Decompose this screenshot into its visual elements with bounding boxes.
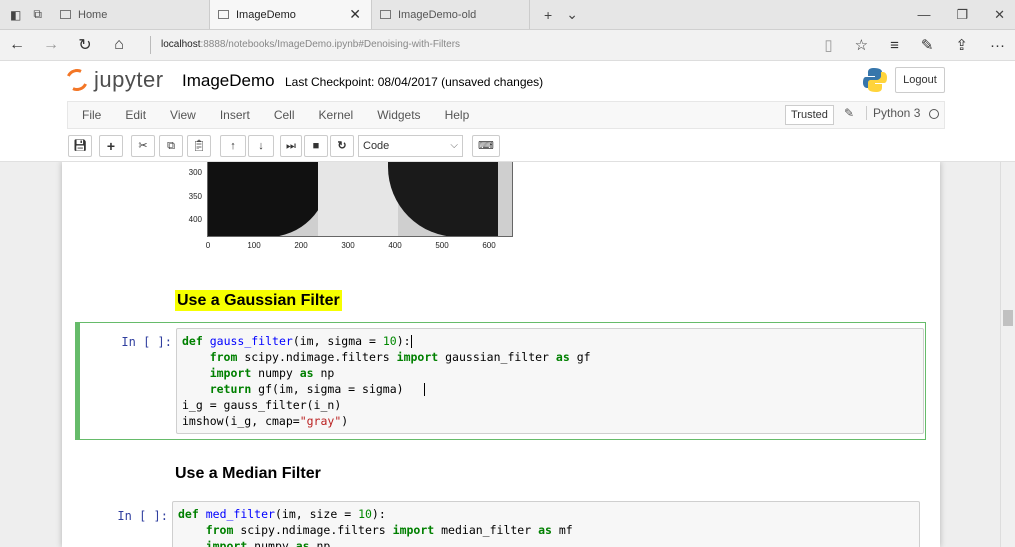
chevron-down-icon: ⌵	[450, 140, 458, 151]
forward-icon[interactable]: →	[34, 36, 68, 54]
chevron-down-icon[interactable]: ⌄	[566, 6, 578, 23]
back-icon[interactable]: ←	[0, 36, 34, 54]
insert-cell-icon[interactable]: +	[99, 135, 123, 157]
section-heading: Use a Median Filter	[175, 465, 321, 483]
notebook-area: 300 350 400 0 100 200 300 400 500 600 Us…	[0, 162, 1000, 547]
code-editor[interactable]: def med_filter(im, size = 10): from scip…	[172, 501, 920, 547]
tab-imagedemo[interactable]: ImageDemo ✕	[210, 0, 372, 29]
input-prompt: In [ ]:	[121, 335, 172, 349]
logout-button[interactable]: Logout	[895, 67, 945, 93]
edit-mode-pencil-icon: ✎	[844, 106, 855, 120]
url-host: localhost	[161, 39, 201, 50]
scrollbar-thumb[interactable]	[1003, 310, 1013, 326]
section-heading: Use a Gaussian Filter	[175, 290, 342, 311]
x-tick-label: 200	[294, 241, 308, 250]
tab-home[interactable]: Home	[52, 0, 210, 29]
move-up-icon[interactable]: ↑	[220, 135, 246, 157]
menu-help[interactable]: Help	[445, 108, 470, 122]
notebook-toolbar: 💾︎ + ✂ ⧉ 📋︎ ↑ ↓ ⏭ ■ ↻ Code ⌵ ⌨	[0, 131, 1015, 162]
page-scrollbar[interactable]	[1000, 162, 1015, 547]
minimize-icon[interactable]: —	[917, 7, 930, 22]
jupyter-logo[interactable]: jupyter	[62, 65, 164, 95]
browser-tab-bar: ◧ ⧉ Home ImageDemo ✕ ImageDemo-old + ⌄ —…	[0, 0, 1015, 30]
cell-type-select[interactable]: Code ⌵	[358, 135, 463, 157]
python-logo-icon	[863, 68, 887, 92]
kernel-name: Python 3	[866, 106, 920, 120]
page-icon	[60, 10, 71, 19]
x-tick-label: 600	[482, 241, 496, 250]
restore-icon[interactable]: ❐	[956, 7, 968, 23]
move-down-icon[interactable]: ↓	[248, 135, 274, 157]
tab-imagedemo-old[interactable]: ImageDemo-old	[372, 0, 530, 29]
reading-view-icon[interactable]: ▯	[824, 36, 832, 54]
code-editor[interactable]: def gauss_filter(im, sigma = 10): from s…	[176, 328, 924, 434]
menu-edit[interactable]: Edit	[125, 108, 146, 122]
menu-widgets[interactable]: Widgets	[377, 108, 420, 122]
cell-type-value: Code	[363, 140, 390, 152]
hub-icon[interactable]: ≡	[890, 37, 899, 54]
menu-cell[interactable]: Cell	[274, 108, 295, 122]
favorite-star-icon[interactable]: ☆	[855, 36, 868, 54]
close-tab-icon[interactable]: ✕	[349, 6, 361, 23]
code-cell-selected[interactable]: In [ ]: def gauss_filter(im, sigma = 10)…	[75, 322, 926, 440]
copy-icon[interactable]: ⧉	[159, 135, 183, 157]
address-bar: ← → ↻ ⌂ localhost:8888/notebooks/ImageDe…	[0, 30, 1015, 61]
menubar: File Edit View Insert Cell Kernel Widget…	[0, 101, 1015, 131]
tab-label: ImageDemo-old	[398, 8, 477, 21]
command-palette-icon[interactable]: ⌨	[472, 135, 500, 157]
menu-file[interactable]: File	[82, 108, 101, 122]
jupyter-logo-text: jupyter	[94, 67, 164, 92]
x-tick-label: 100	[247, 241, 261, 250]
tab-preview-icon[interactable]: ◧	[10, 8, 21, 22]
share-icon[interactable]: ⇪	[955, 36, 968, 54]
notebook-page: 300 350 400 0 100 200 300 400 500 600 Us…	[62, 162, 940, 547]
x-tick-label: 500	[435, 241, 449, 250]
tab-actions: ◧ ⧉	[0, 0, 52, 29]
menu-insert[interactable]: Insert	[220, 108, 250, 122]
code-cell[interactable]: In [ ]: def med_filter(im, size = 10): f…	[75, 495, 926, 547]
save-icon[interactable]: 💾︎	[68, 135, 92, 157]
menu-view[interactable]: View	[170, 108, 196, 122]
kernel-idle-indicator-icon	[929, 109, 939, 119]
y-tick-label: 400	[188, 215, 202, 224]
jupyter-logo-icon	[62, 65, 92, 95]
interrupt-icon[interactable]: ■	[304, 135, 328, 157]
page-icon	[380, 10, 391, 19]
x-tick-label: 300	[341, 241, 355, 250]
set-aside-icon[interactable]: ⧉	[33, 7, 42, 22]
restart-icon[interactable]: ↻	[330, 135, 354, 157]
run-icon[interactable]: ⏭	[280, 135, 302, 157]
image-output	[207, 162, 513, 237]
close-window-icon[interactable]: ✕	[994, 7, 1005, 23]
x-tick-label: 400	[388, 241, 402, 250]
url-path: :8888/notebooks/ImageDemo.ipynb#Denoisin…	[200, 39, 461, 50]
heading-text: Use a Median Filter	[175, 465, 321, 482]
y-tick-label: 300	[188, 168, 202, 177]
trusted-badge[interactable]: Trusted	[785, 105, 834, 125]
url-field[interactable]: localhost:8888/notebooks/ImageDemo.ipynb…	[150, 36, 460, 54]
new-tab-icon[interactable]: +	[544, 7, 552, 23]
paste-icon[interactable]: 📋︎	[187, 135, 211, 157]
input-prompt: In [ ]:	[117, 509, 168, 523]
jupyter-header: jupyter ImageDemo Last Checkpoint: 08/04…	[0, 61, 1015, 101]
y-tick-label: 350	[188, 192, 202, 201]
tab-label: Home	[78, 8, 108, 21]
cut-icon[interactable]: ✂	[131, 135, 155, 157]
web-note-icon[interactable]: ✎	[921, 36, 934, 54]
tab-label: ImageDemo	[236, 8, 296, 21]
more-icon[interactable]: ···	[990, 37, 1005, 54]
menu-kernel[interactable]: Kernel	[319, 108, 354, 122]
page-icon	[218, 10, 229, 19]
highlighted-heading-text: Use a Gaussian Filter	[175, 290, 342, 311]
home-icon[interactable]: ⌂	[102, 36, 136, 54]
notebook-title[interactable]: ImageDemo	[182, 71, 275, 91]
x-tick-label: 0	[205, 241, 211, 250]
checkpoint-status: Last Checkpoint: 08/04/2017 (unsaved cha…	[285, 75, 544, 89]
refresh-icon[interactable]: ↻	[68, 35, 102, 55]
